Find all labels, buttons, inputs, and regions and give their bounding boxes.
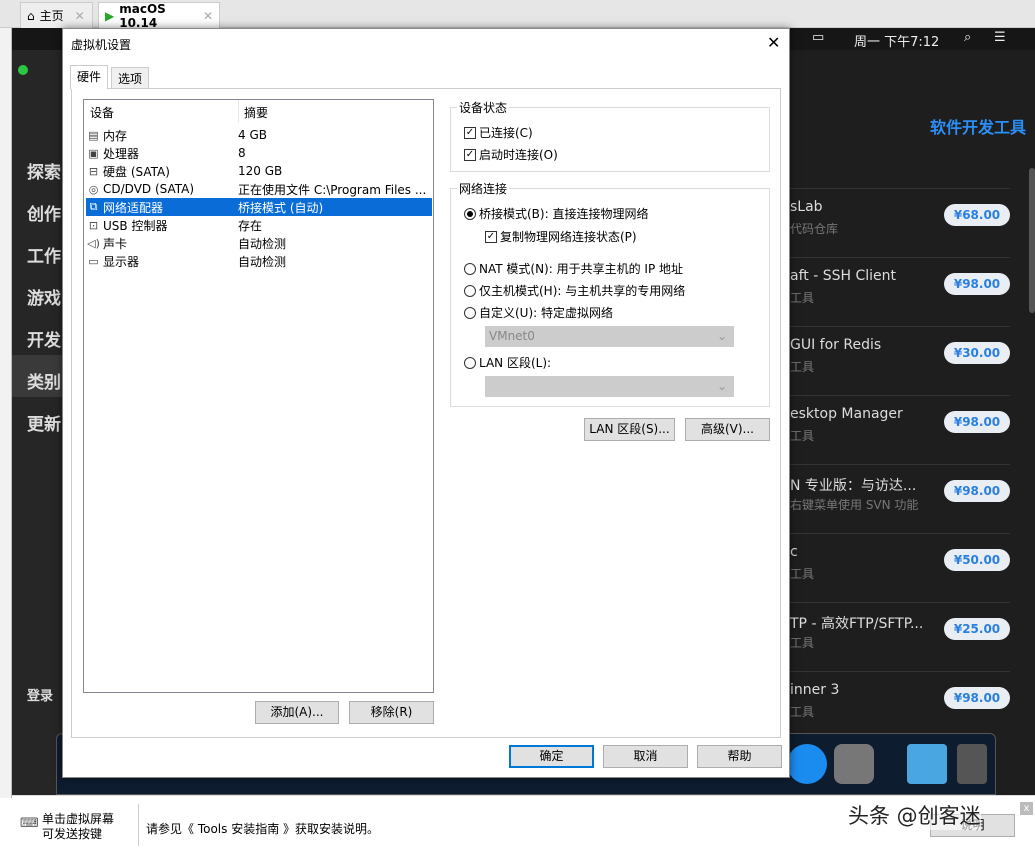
chevron-down-icon: ⌄: [717, 377, 727, 396]
lan-segment-radio[interactable]: LAN 区段(L):: [464, 354, 551, 371]
vm-tab-bar: ⌂主页✕ ▶macOS 10.14✕: [0, 0, 1035, 28]
connected-checkbox[interactable]: ✓已连接(C): [464, 124, 533, 141]
app-item[interactable]: sLab代码仓库¥68.00: [790, 188, 1010, 257]
price-button[interactable]: ¥25.00: [944, 618, 1010, 640]
list-icon[interactable]: ☰: [994, 30, 1006, 45]
app-item[interactable]: N 专业版：与访达...右键菜单使用 SVN 功能¥98.00: [790, 464, 1010, 533]
cpu-icon: ▣: [86, 147, 101, 160]
connect-at-power-on-checkbox[interactable]: ✓启动时连接(O): [464, 146, 558, 163]
tab-hardware[interactable]: 硬件: [70, 65, 108, 89]
device-list[interactable]: 设备 摘要 ▤内存4 GB ▣处理器8 ⊟硬盘 (SATA)120 GB ◎CD…: [83, 99, 434, 693]
add-device-button[interactable]: 添加(A)...: [255, 701, 339, 724]
app-item[interactable]: c工具¥50.00: [790, 533, 1010, 602]
sidebar-item-create[interactable]: 创作: [27, 200, 61, 225]
lan-segment-select[interactable]: ⌄: [485, 376, 734, 397]
app-item[interactable]: GUI for Redis工具¥30.00: [790, 326, 1010, 395]
device-row-cddvd[interactable]: ◎CD/DVD (SATA)正在使用文件 C:\Program Files ..…: [86, 180, 432, 198]
device-row-display[interactable]: ▭显示器自动检测: [86, 252, 432, 270]
cancel-button[interactable]: 取消: [603, 745, 688, 768]
dialog-title: 虚拟机设置: [71, 36, 131, 53]
vm-settings-dialog: 虚拟机设置 ✕ 硬件 选项 设备 摘要 ▤内存4 GB ▣处理器8 ⊟硬盘 (S…: [62, 28, 790, 778]
close-icon[interactable]: ✕: [203, 9, 213, 23]
sidebar-item-games[interactable]: 游戏: [27, 284, 61, 309]
help-button[interactable]: 帮助: [697, 745, 782, 768]
device-row-processor[interactable]: ▣处理器8: [86, 144, 432, 162]
category-title: 软件开发工具: [930, 114, 1026, 138]
memory-icon: ▤: [86, 129, 101, 142]
price-button[interactable]: ¥98.00: [944, 411, 1010, 433]
sidebar-item-explore[interactable]: 探索: [27, 158, 61, 183]
tab-home[interactable]: ⌂主页✕: [20, 2, 93, 28]
ok-button[interactable]: 确定: [509, 745, 594, 768]
close-icon[interactable]: ✕: [767, 33, 780, 52]
sidebar-item-develop[interactable]: 开发: [27, 326, 61, 351]
app-item[interactable]: TP - 高效FTP/SFTP...工具¥25.00: [790, 602, 1010, 671]
tools-install-message: 请参见《 Tools 安装指南 》获取安装说明。: [146, 820, 379, 837]
scrollbar[interactable]: [1029, 168, 1035, 313]
tab-options[interactable]: 选项: [111, 67, 149, 88]
network-icon: ⧉: [86, 200, 101, 214]
close-icon[interactable]: ✕: [75, 9, 85, 23]
host-only-radio[interactable]: 仅主机模式(H): 与主机共享的专用网络: [464, 282, 685, 299]
column-header-summary[interactable]: 摘要: [244, 104, 268, 121]
replicate-state-checkbox[interactable]: ✓复制物理网络连接状态(P): [485, 228, 637, 245]
appstore-sidebar: 探索 创作 工作 游戏 开发 类别 更新 登录: [12, 50, 64, 795]
chevron-down-icon: ⌄: [717, 327, 727, 346]
keyboard-icon: ⌨: [20, 816, 39, 831]
appstore-icon[interactable]: [787, 744, 827, 784]
app-item[interactable]: aft - SSH Client工具¥98.00: [790, 257, 1010, 326]
app-item[interactable]: inner 3工具¥98.00: [790, 671, 1010, 740]
vm-hint-bar: ⌨ 单击虚拟屏幕 可发送按键 请参见《 Tools 安装指南 》获取安装说明。 …: [12, 795, 1035, 852]
device-row-network[interactable]: ⧉网络适配器桥接模式 (自动): [86, 198, 432, 216]
cd-icon: ◎: [86, 183, 101, 196]
lan-segments-button[interactable]: LAN 区段(S)...: [584, 418, 675, 441]
app-item[interactable]: esktop Manager工具¥98.00: [790, 395, 1010, 464]
screen-mirror-icon[interactable]: ▭: [812, 30, 824, 45]
custom-network-select[interactable]: VMnet0⌄: [485, 326, 734, 347]
sound-icon: ◁): [86, 237, 101, 250]
usb-icon: ⊡: [86, 219, 101, 232]
device-row-usb[interactable]: ⊡USB 控制器存在: [86, 216, 432, 234]
device-row-harddisk[interactable]: ⊟硬盘 (SATA)120 GB: [86, 162, 432, 180]
tab-macos[interactable]: ▶macOS 10.14✕: [98, 2, 220, 28]
sidebar-item-categories[interactable]: 类别: [27, 368, 61, 393]
close-icon[interactable]: x: [1020, 802, 1033, 815]
device-row-sound[interactable]: ◁)声卡自动检测: [86, 234, 432, 252]
custom-radio[interactable]: 自定义(U): 特定虚拟网络: [464, 304, 613, 321]
clock[interactable]: 周一 下午7:12: [854, 31, 939, 50]
harddisk-icon: ⊟: [86, 165, 101, 178]
price-button[interactable]: ¥68.00: [944, 204, 1010, 226]
price-button[interactable]: ¥98.00: [944, 480, 1010, 502]
window-zoom-button[interactable]: [18, 65, 28, 75]
vm-play-icon: ▶: [105, 9, 114, 23]
price-button[interactable]: ¥98.00: [944, 687, 1010, 709]
sidebar-item-updates[interactable]: 更新: [27, 410, 61, 435]
trash-icon[interactable]: [957, 744, 987, 784]
system-preferences-icon[interactable]: [834, 744, 874, 784]
login-link[interactable]: 登录: [27, 685, 53, 704]
column-header-device[interactable]: 设备: [90, 104, 114, 121]
price-button[interactable]: ¥98.00: [944, 273, 1010, 295]
nat-radio[interactable]: NAT 模式(N): 用于共享主机的 IP 地址: [464, 260, 683, 277]
price-button[interactable]: ¥50.00: [944, 549, 1010, 571]
downloads-folder-icon[interactable]: [907, 744, 947, 784]
device-row-memory[interactable]: ▤内存4 GB: [86, 126, 432, 144]
search-icon[interactable]: ⌕: [964, 30, 971, 45]
price-button[interactable]: ¥30.00: [944, 342, 1010, 364]
watermark: 头条 @创客迷: [848, 800, 981, 830]
display-icon: ▭: [86, 255, 101, 268]
sidebar-item-work[interactable]: 工作: [27, 242, 61, 267]
device-status-group: 设备状态 ✓已连接(C) ✓启动时连接(O): [450, 107, 770, 172]
advanced-button[interactable]: 高级(V)...: [685, 418, 770, 441]
home-icon: ⌂: [27, 9, 35, 23]
network-connection-group: 网络连接 桥接模式(B): 直接连接物理网络 ✓复制物理网络连接状态(P) NA…: [450, 188, 770, 407]
remove-device-button[interactable]: 移除(R): [349, 701, 434, 724]
library-panel-edge: [0, 28, 12, 798]
hardware-panel: 设备 摘要 ▤内存4 GB ▣处理器8 ⊟硬盘 (SATA)120 GB ◎CD…: [71, 88, 781, 738]
bridged-radio[interactable]: 桥接模式(B): 直接连接物理网络: [464, 205, 648, 222]
